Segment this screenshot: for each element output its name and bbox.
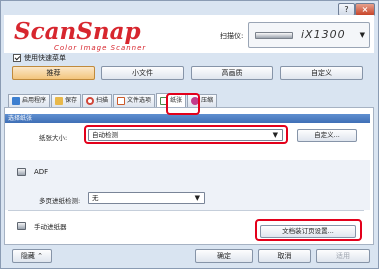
scan-icon	[86, 97, 95, 105]
tab-label: 保存	[65, 97, 78, 104]
profile-custom-button[interactable]: 自定义	[280, 66, 363, 80]
scanner-label: 扫描仪:	[220, 32, 244, 40]
chevron-up-icon: ⌃	[37, 252, 44, 260]
scanner-select[interactable]: iX1300 ▼	[248, 22, 370, 48]
highlight-paper-size	[84, 125, 288, 144]
multifeed-label: 多页进纸检测:	[39, 197, 81, 205]
highlight-binding-settings	[255, 219, 362, 241]
profile-high-quality-button[interactable]: 高画质	[191, 66, 273, 80]
header: ScanSnap Color Image Scanner 扫描仪: iX1300…	[4, 15, 374, 53]
folder-icon	[55, 97, 64, 105]
divider	[8, 210, 364, 211]
custom-size-button[interactable]: 自定义...	[297, 129, 357, 142]
adf-scanner-icon	[17, 168, 26, 176]
chevron-down-icon: ▼	[359, 31, 365, 39]
quick-menu-label: 使用快速菜单	[24, 54, 66, 62]
tab-save[interactable]: 保存	[51, 94, 82, 107]
scanner-device-icon	[255, 32, 293, 39]
tab-label: 文件选项	[127, 97, 152, 104]
cancel-button[interactable]: 取消	[258, 249, 311, 263]
tab-application[interactable]: 启用程序	[8, 94, 51, 107]
paper-size-label: 纸张大小:	[39, 134, 68, 142]
logo-main-text: ScanSnap	[14, 18, 141, 45]
tab-file-option[interactable]: 文件选项	[113, 94, 156, 107]
section-title: 选择纸张	[5, 114, 370, 123]
hide-button[interactable]: 隐藏 ⌃	[12, 249, 52, 263]
tab-label: 扫描	[96, 97, 109, 104]
manual-feeder-label: 手动进纸器	[34, 223, 67, 231]
application-icon	[12, 97, 20, 105]
tab-label: 压缩	[201, 97, 214, 104]
chevron-down-icon: ▼	[194, 194, 200, 202]
apply-button[interactable]: 适用	[316, 249, 370, 263]
tab-label: 启用程序	[22, 97, 47, 104]
profile-small-file-button[interactable]: 小文件	[101, 66, 184, 80]
profile-recommended-button[interactable]: 推荐	[12, 66, 95, 80]
scansnap-logo: ScanSnap Color Image Scanner	[14, 18, 189, 52]
tab-scan[interactable]: 扫描	[82, 94, 113, 107]
scanner-model: iX1300	[301, 28, 346, 41]
adf-label: ADF	[34, 168, 49, 176]
highlight-paper-tab	[166, 93, 200, 115]
quick-menu-checkbox[interactable]: 使用快速菜单	[13, 53, 66, 63]
multifeed-value: 无	[92, 194, 99, 202]
hide-label: 隐藏	[20, 252, 35, 260]
ok-button[interactable]: 确定	[195, 249, 253, 263]
checkbox-checked-icon[interactable]	[13, 54, 21, 62]
manual-feeder-icon	[17, 222, 26, 230]
logo-sub-text: Color Image Scanner	[54, 44, 147, 52]
multifeed-select[interactable]: 无 ▼	[88, 192, 205, 204]
file-icon	[117, 97, 126, 105]
